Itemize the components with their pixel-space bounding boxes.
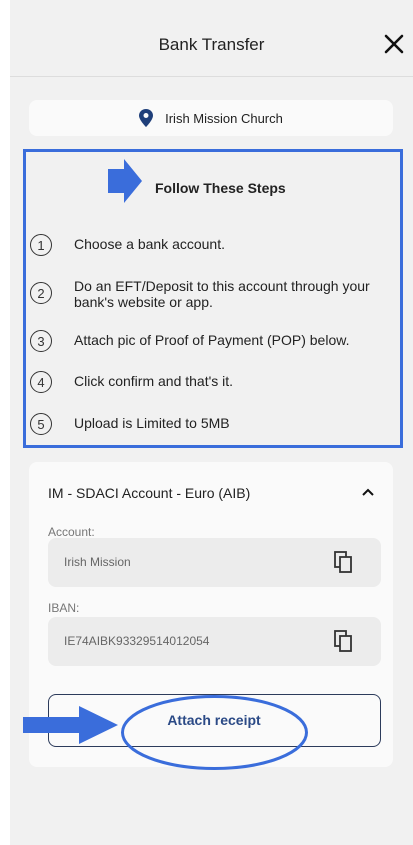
step-number: 3 (30, 330, 52, 352)
steps-panel: Follow These Steps 1 Choose a bank accou… (23, 149, 403, 448)
location-pill[interactable]: Irish Mission Church (29, 100, 393, 136)
copy-icon[interactable] (334, 551, 352, 573)
step-text: Do an EFT/Deposit to this account throug… (74, 278, 370, 310)
step-text: Click confirm and that's it. (74, 373, 234, 389)
arrow-right-icon (23, 706, 118, 744)
step-number: 4 (30, 371, 52, 393)
steps-header: Follow These Steps (26, 152, 400, 216)
step-item: 5 Upload is Limited to 5MB (30, 413, 400, 435)
header: Bank Transfer (10, 0, 413, 77)
step-number: 5 (30, 413, 52, 435)
page-title: Bank Transfer (158, 35, 265, 54)
step-item: 1 Choose a bank account. (30, 234, 400, 256)
step-text: Choose a bank account. (74, 236, 225, 252)
account-label: Account: (48, 525, 95, 539)
account-name: IM - SDACI Account - Euro (AIB) (48, 485, 251, 501)
close-icon[interactable] (380, 30, 408, 58)
step-item: 4 Click confirm and that's it. (30, 371, 400, 393)
step-item: 3 Attach pic of Proof of Payment (POP) b… (30, 330, 400, 352)
step-item: 2 Do an EFT/Deposit to this account thro… (30, 276, 400, 310)
account-value: Irish Mission (64, 555, 131, 569)
step-number: 2 (30, 282, 52, 304)
step-text: Attach pic of Proof of Payment (POP) bel… (74, 332, 350, 348)
iban-value: IE74AIBK93329514012054 (64, 634, 210, 648)
iban-label: IBAN: (48, 601, 80, 615)
account-field: Irish Mission (48, 538, 381, 587)
step-text: Upload is Limited to 5MB (74, 415, 230, 431)
location-name: Irish Mission Church (165, 110, 283, 126)
chevron-up-icon[interactable] (361, 487, 375, 497)
map-pin-icon (139, 109, 154, 127)
copy-icon[interactable] (334, 630, 352, 652)
iban-field: IE74AIBK93329514012054 (48, 617, 381, 666)
steps-title: Follow These Steps (155, 180, 286, 196)
step-number: 1 (30, 234, 52, 256)
arrow-right-icon (108, 159, 142, 203)
